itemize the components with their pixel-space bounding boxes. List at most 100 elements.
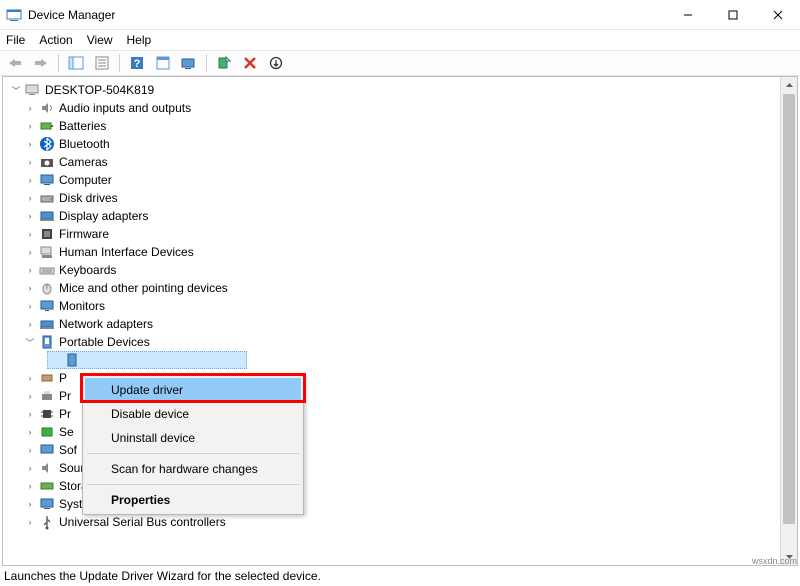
tree-node-network[interactable]: ›Network adapters	[3, 315, 780, 333]
expand-icon[interactable]: ›	[23, 155, 37, 169]
tree-node-portable-child[interactable]: x	[47, 351, 247, 369]
disk-icon	[39, 190, 55, 206]
svg-text:?: ?	[134, 58, 141, 70]
back-button[interactable]	[4, 52, 26, 74]
maximize-button[interactable]	[710, 1, 755, 29]
action-button[interactable]	[152, 52, 174, 74]
software-icon	[39, 442, 55, 458]
expand-icon[interactable]: ›	[23, 137, 37, 151]
tree-node-monitors[interactable]: ›Monitors	[3, 297, 780, 315]
expand-icon[interactable]: ›	[23, 389, 37, 403]
expand-icon[interactable]: ›	[23, 209, 37, 223]
scroll-up-icon[interactable]	[781, 77, 798, 94]
ctx-properties[interactable]: Properties	[85, 488, 301, 512]
disable-button[interactable]	[265, 52, 287, 74]
expand-icon[interactable]: ›	[23, 263, 37, 277]
drive-icon	[64, 352, 80, 368]
properties-button[interactable]	[91, 52, 113, 74]
tree-root[interactable]: ﹀ DESKTOP-504K819	[3, 81, 780, 99]
status-text: Launches the Update Driver Wizard for th…	[4, 569, 321, 583]
minimize-button[interactable]	[665, 1, 710, 29]
expand-icon[interactable]: ›	[23, 281, 37, 295]
expand-icon[interactable]: ›	[23, 443, 37, 457]
forward-button[interactable]	[30, 52, 52, 74]
collapse-icon[interactable]: ﹀	[23, 335, 37, 349]
expand-icon[interactable]: ›	[23, 407, 37, 421]
cpu-icon	[39, 406, 55, 422]
context-menu: Update driver Disable device Uninstall d…	[82, 375, 304, 515]
ctx-update-driver[interactable]: Update driver	[85, 378, 301, 402]
ctx-disable-device[interactable]: Disable device	[85, 402, 301, 426]
camera-icon	[39, 154, 55, 170]
close-button[interactable]	[755, 1, 800, 29]
vertical-scrollbar[interactable]	[780, 77, 797, 565]
scrollbar-thumb[interactable]	[783, 94, 795, 524]
usb-icon	[39, 514, 55, 530]
tree-node-keyboards[interactable]: ›Keyboards	[3, 261, 780, 279]
device-manager-icon	[6, 7, 22, 23]
display-adapter-icon	[39, 208, 55, 224]
tree-node-batteries[interactable]: ›Batteries	[3, 117, 780, 135]
toolbar: ?	[0, 50, 800, 76]
collapse-icon[interactable]: ﹀	[9, 83, 23, 97]
tree-node-mice[interactable]: ›Mice and other pointing devices	[3, 279, 780, 297]
system-icon	[39, 496, 55, 512]
tree-node-usb[interactable]: ›Universal Serial Bus controllers	[3, 513, 780, 531]
tree-node-hid[interactable]: ›Human Interface Devices	[3, 243, 780, 261]
expand-icon[interactable]: ›	[23, 371, 37, 385]
ctx-uninstall-device[interactable]: Uninstall device	[85, 426, 301, 450]
portable-device-icon	[39, 334, 55, 350]
tree-node-disk[interactable]: ›Disk drives	[3, 189, 780, 207]
title-bar: Device Manager	[0, 0, 800, 30]
menu-bar: File Action View Help	[0, 30, 800, 50]
tree-node-cameras[interactable]: ›Cameras	[3, 153, 780, 171]
tree-node-bluetooth[interactable]: ›Bluetooth	[3, 135, 780, 153]
storage-icon	[39, 478, 55, 494]
window-title: Device Manager	[28, 8, 115, 22]
audio-icon	[39, 100, 55, 116]
menu-file[interactable]: File	[6, 33, 25, 47]
computer-icon	[25, 82, 41, 98]
computer-icon	[39, 172, 55, 188]
battery-icon	[39, 118, 55, 134]
tree-node-audio[interactable]: ›Audio inputs and outputs	[3, 99, 780, 117]
menu-action[interactable]: Action	[39, 33, 72, 47]
help-button[interactable]: ?	[126, 52, 148, 74]
tree-node-display[interactable]: ›Display adapters	[3, 207, 780, 225]
firmware-icon	[39, 226, 55, 242]
menu-separator	[87, 484, 299, 485]
show-hide-tree-button[interactable]	[65, 52, 87, 74]
expand-icon[interactable]: ›	[23, 515, 37, 529]
expand-icon[interactable]: ›	[23, 227, 37, 241]
tree-node-portable[interactable]: ﹀Portable Devices	[3, 333, 780, 351]
expand-icon[interactable]: ›	[23, 479, 37, 493]
menu-view[interactable]: View	[87, 33, 113, 47]
expand-icon[interactable]: ›	[23, 299, 37, 313]
update-driver-button[interactable]	[213, 52, 235, 74]
mouse-icon	[39, 280, 55, 296]
expand-icon[interactable]: ›	[23, 245, 37, 259]
menu-separator	[87, 453, 299, 454]
expand-icon[interactable]: ›	[23, 425, 37, 439]
expand-icon[interactable]: ›	[23, 461, 37, 475]
hid-icon	[39, 244, 55, 260]
expand-icon[interactable]: ›	[23, 191, 37, 205]
expand-icon[interactable]: ›	[23, 101, 37, 115]
menu-help[interactable]: Help	[127, 33, 152, 47]
keyboard-icon	[39, 262, 55, 278]
tree-node-firmware[interactable]: ›Firmware	[3, 225, 780, 243]
network-icon	[39, 316, 55, 332]
expand-icon[interactable]: ›	[23, 317, 37, 331]
sound-icon	[39, 460, 55, 476]
scan-hardware-button[interactable]	[178, 52, 200, 74]
printer-icon	[39, 388, 55, 404]
expand-icon[interactable]: ›	[23, 497, 37, 511]
expand-icon[interactable]: ›	[23, 173, 37, 187]
status-bar: Launches the Update Driver Wizard for th…	[0, 566, 800, 586]
ctx-scan-hardware[interactable]: Scan for hardware changes	[85, 457, 301, 481]
bluetooth-icon	[39, 136, 55, 152]
tree-node-computer[interactable]: ›Computer	[3, 171, 780, 189]
uninstall-button[interactable]	[239, 52, 261, 74]
watermark: wsxdn.com	[752, 556, 797, 566]
expand-icon[interactable]: ›	[23, 119, 37, 133]
